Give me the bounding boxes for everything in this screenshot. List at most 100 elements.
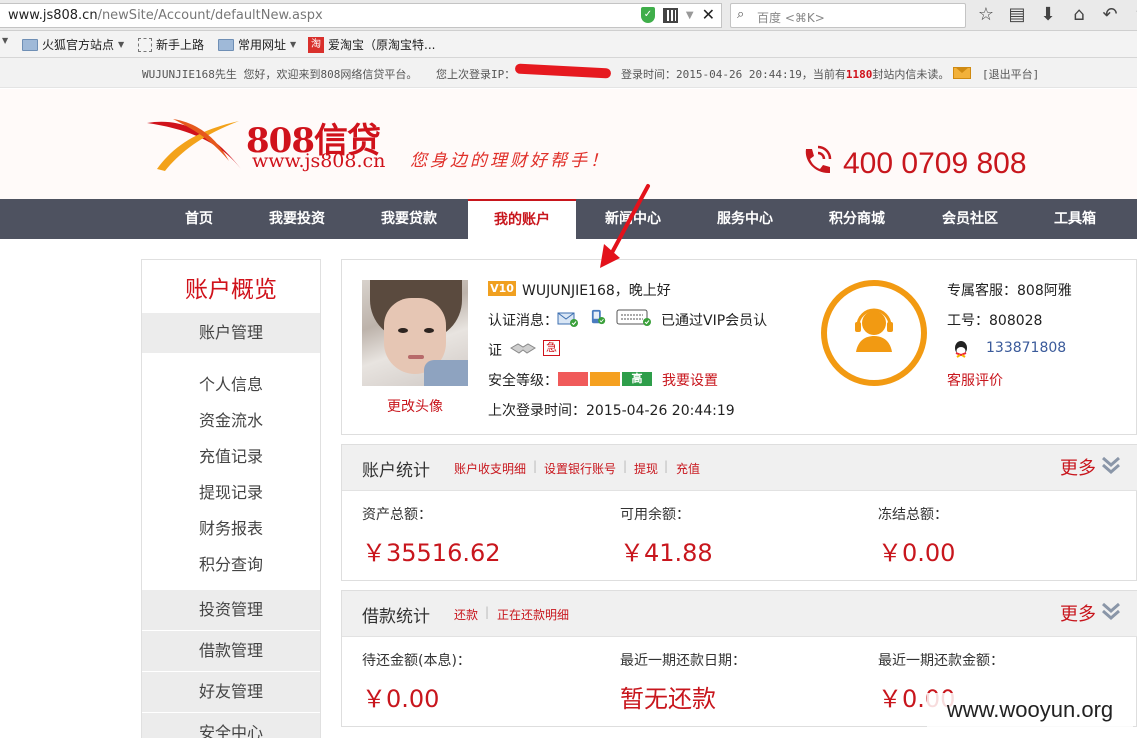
urgent-icon[interactable]: 急 — [543, 340, 560, 356]
sidebar-group-security[interactable]: 安全中心 — [142, 713, 320, 738]
bookmark-label: 常用网址 — [238, 38, 287, 52]
loan-more-link[interactable]: 更多 — [1060, 600, 1096, 626]
nav-item-loan[interactable]: 我要贷款 — [370, 199, 448, 239]
login-time: 登录时间：2015-04-26 20:44:19，当前有 — [621, 68, 846, 81]
total-assets-value: ￥35516.62 — [362, 539, 501, 567]
bookmark-item[interactable]: 淘 爱淘宝（原淘宝特... — [308, 36, 435, 53]
bookmark-item[interactable]: 火狐官方站点 ▼ — [22, 36, 124, 53]
repay-link[interactable]: 还款 — [454, 606, 478, 623]
sidebar-item-fund-flow[interactable]: 资金流水 — [142, 407, 320, 431]
chevron-down-icon[interactable] — [1101, 456, 1121, 474]
change-avatar-link[interactable]: 更改头像 — [362, 396, 468, 416]
bookmark-star-icon[interactable]: ☆ — [975, 4, 997, 26]
menu-icon[interactable]: ▾ — [1130, 4, 1137, 26]
logo-swoosh-icon[interactable] — [143, 113, 253, 173]
folder-icon — [218, 38, 234, 51]
bookmark-item[interactable]: 常用网址 ▼ — [218, 36, 296, 53]
sidebar-group-loan[interactable]: 借款管理 — [142, 631, 320, 671]
last-ip-label: 您上次登录IP： — [436, 68, 516, 81]
nav-item-home[interactable]: 首页 — [170, 199, 228, 239]
income-expense-detail-link[interactable]: 账户收支明细 — [454, 460, 526, 477]
nav-item-invest[interactable]: 我要投资 — [258, 199, 336, 239]
security-level-label: 安全等级： — [488, 373, 558, 389]
security-bar-high: 高 — [622, 372, 652, 386]
sidebar-item-points-query[interactable]: 积分查询 — [142, 551, 320, 575]
security-bar-medium — [590, 372, 620, 386]
qr-code-icon[interactable] — [662, 7, 678, 23]
nav-item-service[interactable]: 服务中心 — [706, 199, 784, 239]
url-dropdown-icon[interactable]: ▼ — [686, 10, 694, 21]
bookmarks-caret-icon[interactable]: ▼ — [2, 36, 8, 45]
qq-icon[interactable] — [953, 340, 969, 358]
watermark: www.wooyun.org — [927, 693, 1133, 727]
search-placeholder: 百度 <⌘K> — [757, 11, 825, 25]
security-shield-icon[interactable]: ✓ — [640, 7, 655, 23]
close-icon[interactable]: ✕ — [702, 7, 715, 23]
browser-toolbar: www.js808.cn/newSite/Account/defaultNew.… — [0, 0, 1137, 31]
chevron-down-icon: ▼ — [118, 40, 125, 49]
pending-repayment-value: ￥0.00 — [362, 685, 440, 713]
mail-icon[interactable] — [953, 67, 971, 79]
sidebar-item-withdraw-records[interactable]: 提现记录 — [142, 479, 320, 503]
url-path: /newSite/Account/defaultNew.aspx — [97, 8, 323, 23]
qq-number[interactable]: 133871808 — [986, 340, 1066, 356]
frozen-total-label: 冻结总额： — [878, 507, 948, 523]
auth-label: 认证消息： — [488, 313, 558, 329]
auth-status-text-cont: 证 — [488, 343, 502, 359]
next-repayment-date-value: 暂无还款 — [620, 685, 716, 713]
security-bar-low — [558, 372, 588, 386]
sidebar-group-investment[interactable]: 投资管理 — [142, 590, 320, 630]
set-bank-account-link[interactable]: 设置银行账号 — [544, 460, 616, 477]
nav-item-toolbox[interactable]: 工具箱 — [1044, 199, 1106, 239]
slogan: 您身边的理财好帮手！ — [410, 151, 610, 171]
loan-stats-title: 借款统计 — [362, 607, 430, 627]
recharge-link[interactable]: 充值 — [676, 460, 700, 477]
pending-repayment-label: 待还金额(本息)： — [362, 653, 471, 669]
chevron-down-icon: ▼ — [290, 40, 297, 49]
unread-count[interactable]: 1180 — [846, 68, 873, 81]
withdraw-link[interactable]: 提现 — [634, 460, 658, 477]
hotline-number: 400 0709 808 — [843, 147, 1027, 180]
folder-icon — [22, 38, 38, 51]
handshake-icon[interactable] — [509, 341, 537, 355]
email-verified-icon[interactable] — [557, 311, 579, 327]
reading-list-icon[interactable]: ▤ — [1006, 4, 1028, 26]
account-more-link[interactable]: 更多 — [1060, 454, 1096, 480]
id-card-verified-icon[interactable] — [616, 309, 654, 327]
security-settings-link[interactable]: 我要设置 — [662, 370, 718, 390]
download-icon[interactable]: ⬇ — [1037, 4, 1059, 26]
home-icon[interactable]: ⌂ — [1068, 4, 1090, 26]
sidebar-item-financial-report[interactable]: 财务报表 — [142, 515, 320, 539]
url-field[interactable]: www.js808.cn/newSite/Account/defaultNew.… — [0, 3, 722, 28]
taobao-icon: 淘 — [308, 36, 324, 53]
bookmark-label: 新手上路 — [156, 38, 205, 52]
sidebar-item-recharge-records[interactable]: 充值记录 — [142, 443, 320, 467]
rate-service-link[interactable]: 客服评价 — [947, 370, 1003, 390]
repaying-detail-link[interactable]: 正在还款明细 — [497, 606, 569, 623]
nav-item-community[interactable]: 会员社区 — [931, 199, 1009, 239]
nav-item-my-account[interactable]: 我的账户 — [468, 199, 576, 239]
nav-item-points-mall[interactable]: 积分商城 — [818, 199, 896, 239]
phone-icon — [805, 145, 832, 174]
avatar[interactable] — [362, 280, 468, 386]
sidebar-group-friends[interactable]: 好友管理 — [142, 672, 320, 712]
page-icon — [138, 37, 152, 52]
sidebar-group-account[interactable]: 账户管理 — [142, 313, 320, 353]
search-icon: ⌕ — [737, 7, 745, 22]
mobile-verified-icon[interactable] — [588, 309, 610, 325]
user-greeting: WUJUNJIE168，晚上好 — [522, 283, 671, 299]
frozen-total-value: ￥0.00 — [878, 539, 956, 567]
unread-suffix: 封站内信未读。 — [872, 68, 950, 81]
customer-service-agent-icon — [855, 308, 893, 352]
back-icon[interactable]: ↶ — [1099, 4, 1121, 26]
search-input[interactable]: ⌕ 百度 <⌘K> — [730, 3, 966, 28]
bookmarks-bar: ▼ 火狐官方站点 ▼ 新手上路 常用网址 ▼ 淘 爱淘宝（原淘宝特... — [0, 31, 1137, 58]
sidebar-item-personal-info[interactable]: 个人信息 — [142, 371, 320, 395]
total-assets-label: 资产总额： — [362, 507, 432, 523]
available-balance-value: ￥41.88 — [620, 539, 713, 567]
logout-link[interactable]: [退出平台] — [982, 66, 1039, 82]
url-text: www.js808.cn/newSite/Account/defaultNew.… — [8, 8, 323, 23]
bookmark-item[interactable]: 新手上路 — [138, 36, 204, 53]
agent-employee-id: 工号：808028 — [947, 313, 1043, 329]
chevron-down-icon[interactable] — [1101, 602, 1121, 620]
